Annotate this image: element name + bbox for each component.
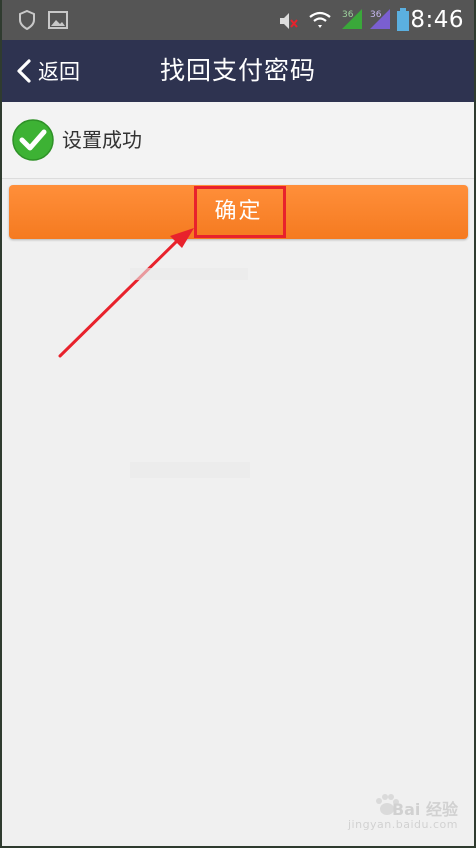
shield-icon	[19, 10, 35, 30]
success-text: 设置成功	[62, 128, 142, 152]
back-label: 返回	[38, 60, 80, 84]
battery-icon	[397, 8, 409, 31]
check-circle-icon	[12, 119, 54, 161]
ghost-block	[130, 462, 250, 478]
back-button[interactable]: 返回	[16, 52, 80, 90]
svg-text:36: 36	[370, 10, 382, 20]
signal-icon: 36	[342, 9, 362, 29]
watermark-brand: Bai 经验	[391, 800, 458, 819]
mute-icon	[280, 13, 298, 29]
ghost-block	[130, 268, 248, 280]
highlight-box	[194, 186, 286, 238]
watermark-url: jingyan.baidu.com	[347, 818, 458, 831]
baidu-watermark: Bai 经验 jingyan.baidu.com	[338, 792, 458, 836]
chevron-left-icon	[17, 59, 31, 83]
status-bar: 36 36 8:46	[2, 0, 474, 40]
wifi-icon	[309, 11, 331, 28]
phone-screen: 36 36 8:46 找回支付密码 返回 设置成功 确定 Bai 经验 jing…	[2, 0, 474, 846]
svg-text:36: 36	[342, 10, 354, 20]
signal-icon-2: 36	[370, 9, 390, 29]
success-message: 设置成功	[2, 102, 474, 179]
clock: 8:46	[410, 7, 464, 33]
image-icon	[48, 11, 68, 29]
app-header: 找回支付密码 返回	[2, 40, 474, 102]
